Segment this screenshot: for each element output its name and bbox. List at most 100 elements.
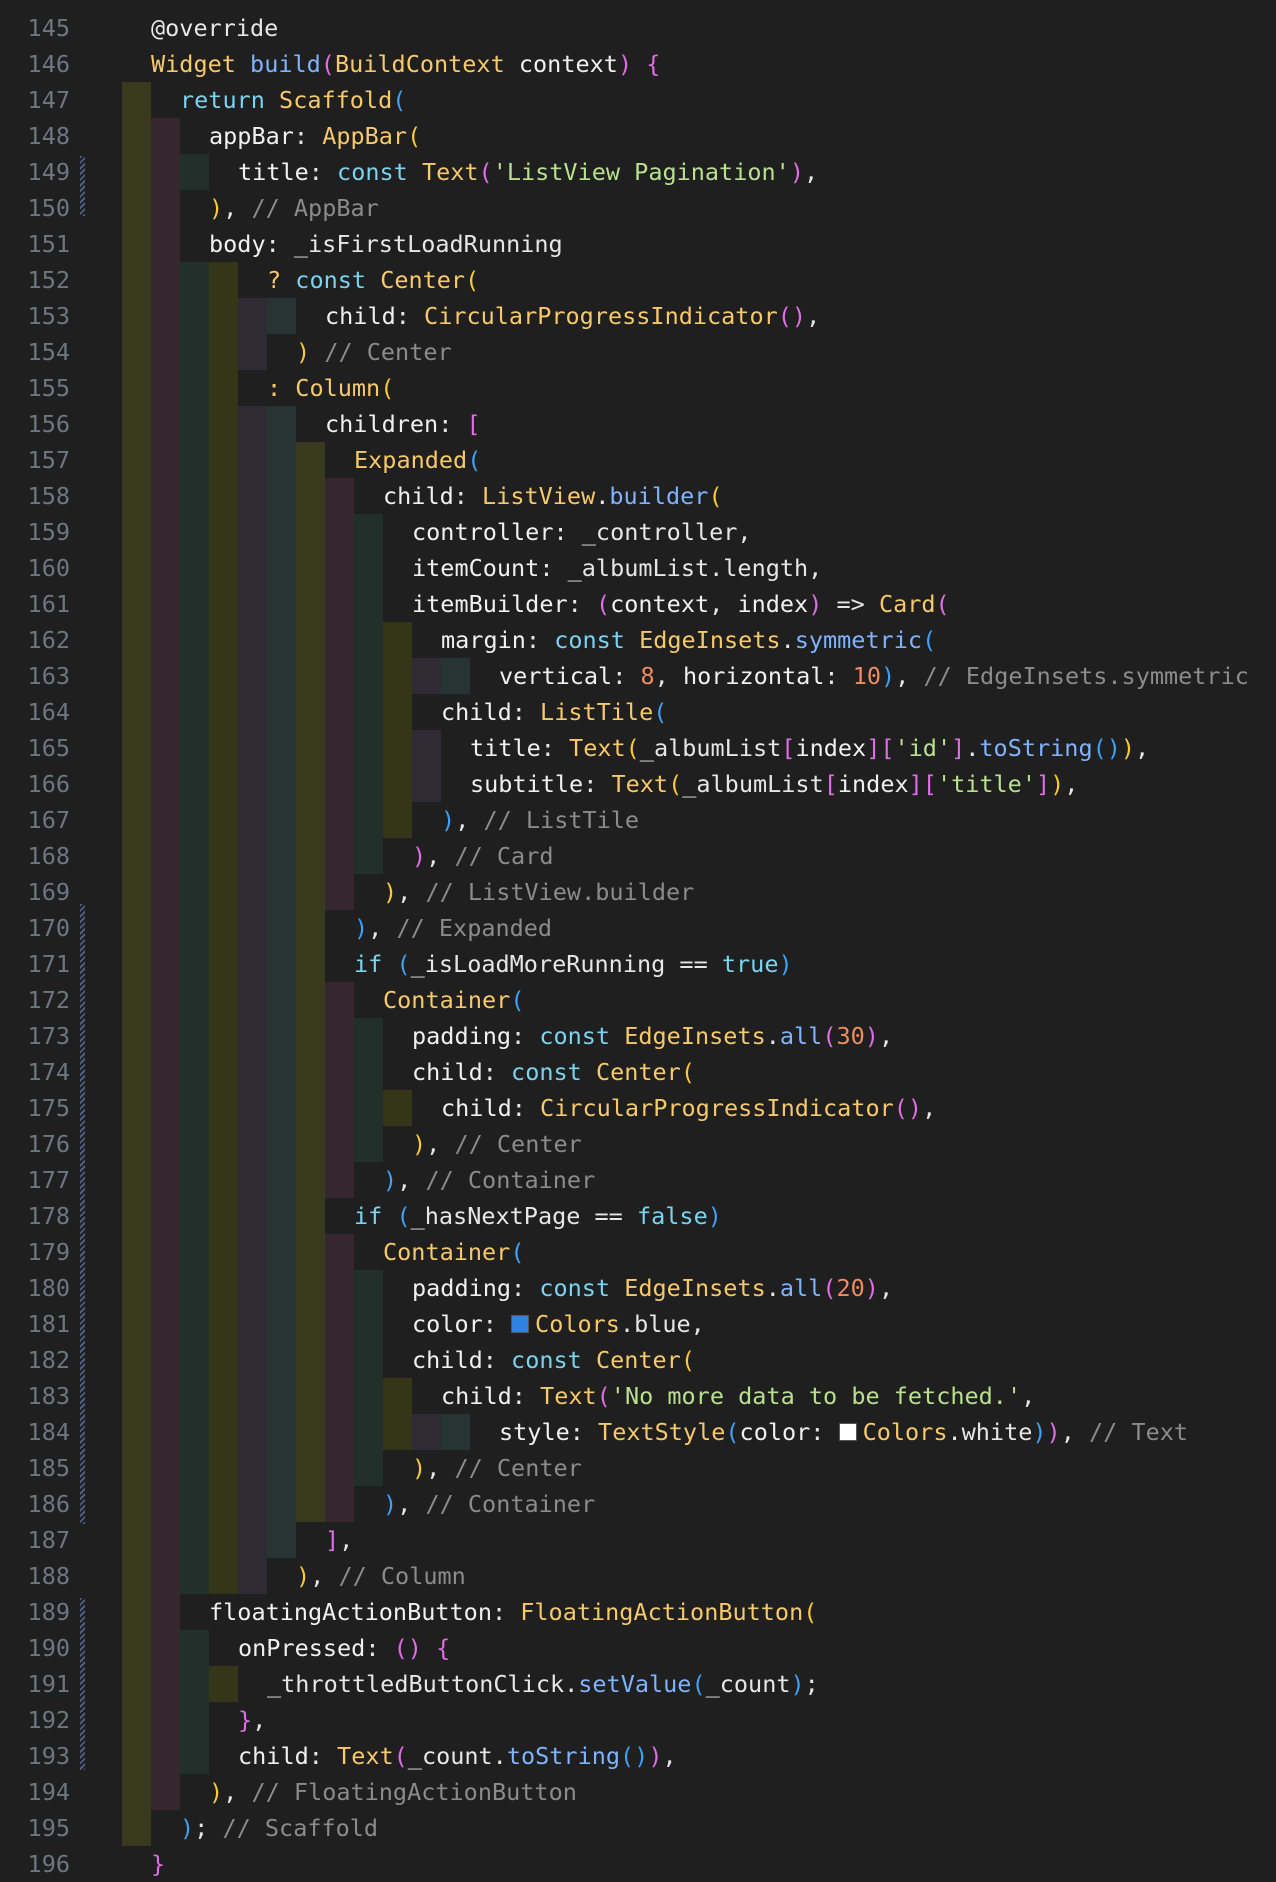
code-line[interactable]: 182 child: const Center(: [0, 1342, 1276, 1378]
color-swatch[interactable]: [838, 1423, 857, 1441]
code-line[interactable]: 151 body: _isFirstLoadRunning: [0, 226, 1276, 262]
indent-guide: [180, 1126, 209, 1162]
line-number: 167: [27, 806, 70, 834]
code-line[interactable]: 186), // Container: [0, 1486, 1276, 1522]
code-line[interactable]: 172 Container(: [0, 982, 1276, 1018]
code-line[interactable]: 160 itemCount: _albumList.length,: [0, 550, 1276, 586]
code-line[interactable]: 157 Expanded(: [0, 442, 1276, 478]
code-line[interactable]: 149 title: const Text('ListView Paginatio…: [0, 154, 1276, 190]
indent-guide: [151, 910, 180, 946]
code-line[interactable]: 178 if (_hasNextPage == false): [0, 1198, 1276, 1234]
code-line[interactable]: 195); // Scaffold: [0, 1810, 1276, 1846]
indent-guide: [267, 1270, 296, 1306]
code-line[interactable]: 152? const Center(: [0, 262, 1276, 298]
code-line[interactable]: 188), // Column: [0, 1558, 1276, 1594]
code-line[interactable]: 181 color: Colors.blue,: [0, 1306, 1276, 1342]
code-line[interactable]: 191 _throttledButtonClick.setValue(_count…: [0, 1666, 1276, 1702]
code-line[interactable]: 190 onPressed: () {: [0, 1630, 1276, 1666]
code-line[interactable]: 145 @override: [0, 10, 1276, 46]
code-line[interactable]: 156 children: [: [0, 406, 1276, 442]
indent-guide: [238, 874, 267, 910]
indent-guide: [151, 1198, 180, 1234]
code-line[interactable]: 179 Container(: [0, 1234, 1276, 1270]
line-number: 187: [27, 1526, 70, 1554]
indent-guide: [151, 1522, 180, 1558]
indent-guide: [151, 334, 180, 370]
code-line[interactable]: 155: Column(: [0, 370, 1276, 406]
line-number: 176: [27, 1130, 70, 1158]
indent-guide: [238, 1486, 267, 1522]
color-swatch[interactable]: [511, 1315, 530, 1333]
code-line[interactable]: 174 child: const Center(: [0, 1054, 1276, 1090]
code-line[interactable]: 170), // Expanded: [0, 910, 1276, 946]
code-line[interactable]: 184 style: TextStyle(color: Colors.white)…: [0, 1414, 1276, 1450]
code-token: (: [393, 1742, 408, 1770]
indent-guide: [180, 478, 209, 514]
code-line[interactable]: 180 padding: const EdgeInsets.all(20),: [0, 1270, 1276, 1306]
indent-guide: [122, 802, 151, 838]
code-line[interactable]: 146 Widget build(BuildContext context) {: [0, 46, 1276, 82]
indent-guide: [122, 1018, 151, 1054]
code-editor[interactable]: 145 @override 146 Widget build(BuildContext…: [0, 0, 1276, 1882]
code-line[interactable]: 196}: [0, 1846, 1276, 1882]
code-token: ,: [922, 1094, 937, 1122]
code-text: title: const Text('ListView Pagination')…: [238, 154, 818, 190]
code-token: CircularProgressIndicator: [540, 1094, 894, 1122]
code-line[interactable]: 194), // FloatingActionButton: [0, 1774, 1276, 1810]
code-line[interactable]: 171 if (_isLoadMoreRunning == true): [0, 946, 1276, 982]
code-line[interactable]: 161 itemBuilder: (context, index) => Card…: [0, 586, 1276, 622]
code-line[interactable]: 163 vertical: 8, horizontal: 10), // Edge…: [0, 658, 1276, 694]
code-line[interactable]: 153 child: CircularProgressIndicator(),: [0, 298, 1276, 334]
indent-guide: [238, 1054, 267, 1090]
code-line[interactable]: 148 appBar: AppBar(: [0, 118, 1276, 154]
code-line[interactable]: 187],: [0, 1522, 1276, 1558]
code-line[interactable]: 177), // Container: [0, 1162, 1276, 1198]
code-line[interactable]: 165 title: Text(_albumList[index]['id'].t…: [0, 730, 1276, 766]
code-token: ): [864, 1274, 879, 1302]
code-line[interactable]: 193 child: Text(_count.toString()),: [0, 1738, 1276, 1774]
code-line[interactable]: 150), // AppBar: [0, 190, 1276, 226]
code-line[interactable]: 173 padding: const EdgeInsets.all(30),: [0, 1018, 1276, 1054]
indent-guide: [267, 1234, 296, 1270]
code-line[interactable]: 164 child: ListTile(: [0, 694, 1276, 730]
code-line[interactable]: 168), // Card: [0, 838, 1276, 874]
code-line[interactable]: 162 margin: const EdgeInsets.symmetric(: [0, 622, 1276, 658]
line-number: 180: [27, 1274, 70, 1302]
code-line[interactable]: 183 child: Text('No more data to be fetch…: [0, 1378, 1276, 1414]
indent-guide: [151, 370, 180, 406]
indent-guide: [209, 1126, 238, 1162]
code-line[interactable]: 169), // ListView.builder: [0, 874, 1276, 910]
indent-guide: [180, 910, 209, 946]
indent-guide: [209, 1558, 238, 1594]
code-line[interactable]: 176), // Center: [0, 1126, 1276, 1162]
indent-guide: [325, 1126, 354, 1162]
code-line[interactable]: 192},: [0, 1702, 1276, 1738]
code-token: ,: [223, 1778, 252, 1806]
indent-guide: [296, 802, 325, 838]
indent-guide: [122, 262, 151, 298]
code-line[interactable]: 158 child: ListView.builder(: [0, 478, 1276, 514]
code-text: child: ListTile(: [441, 694, 667, 730]
code-line[interactable]: 166 subtitle: Text(_albumList[index]['tit…: [0, 766, 1276, 802]
code-line[interactable]: 185), // Center: [0, 1450, 1276, 1486]
code-line[interactable]: 167), // ListTile: [0, 802, 1276, 838]
indent-guide: [122, 1198, 151, 1234]
code-token: ,: [455, 806, 484, 834]
indent-guide: [354, 1054, 383, 1090]
code-line[interactable]: 189 floatingActionButton: FloatingActionB…: [0, 1594, 1276, 1630]
code-token: ListView: [482, 482, 596, 510]
indent-guide: [325, 1090, 354, 1126]
code-line[interactable]: 147 return Scaffold(: [0, 82, 1276, 118]
code-line[interactable]: 159 controller: _controller,: [0, 514, 1276, 550]
code-token: // Text: [1088, 1418, 1189, 1446]
line-number: 193: [27, 1742, 70, 1770]
indent-guide: [354, 1378, 383, 1414]
code-token: (): [777, 302, 807, 330]
code-line[interactable]: 175 child: CircularProgressIndicator(),: [0, 1090, 1276, 1126]
code-line[interactable]: 154) // Center: [0, 334, 1276, 370]
indent-guide: [296, 1306, 325, 1342]
indent-guide: [180, 730, 209, 766]
indent-guide: [267, 1306, 296, 1342]
code-text: itemBuilder: (context, index) => Card(: [412, 586, 950, 622]
code-token: context: [518, 50, 618, 78]
